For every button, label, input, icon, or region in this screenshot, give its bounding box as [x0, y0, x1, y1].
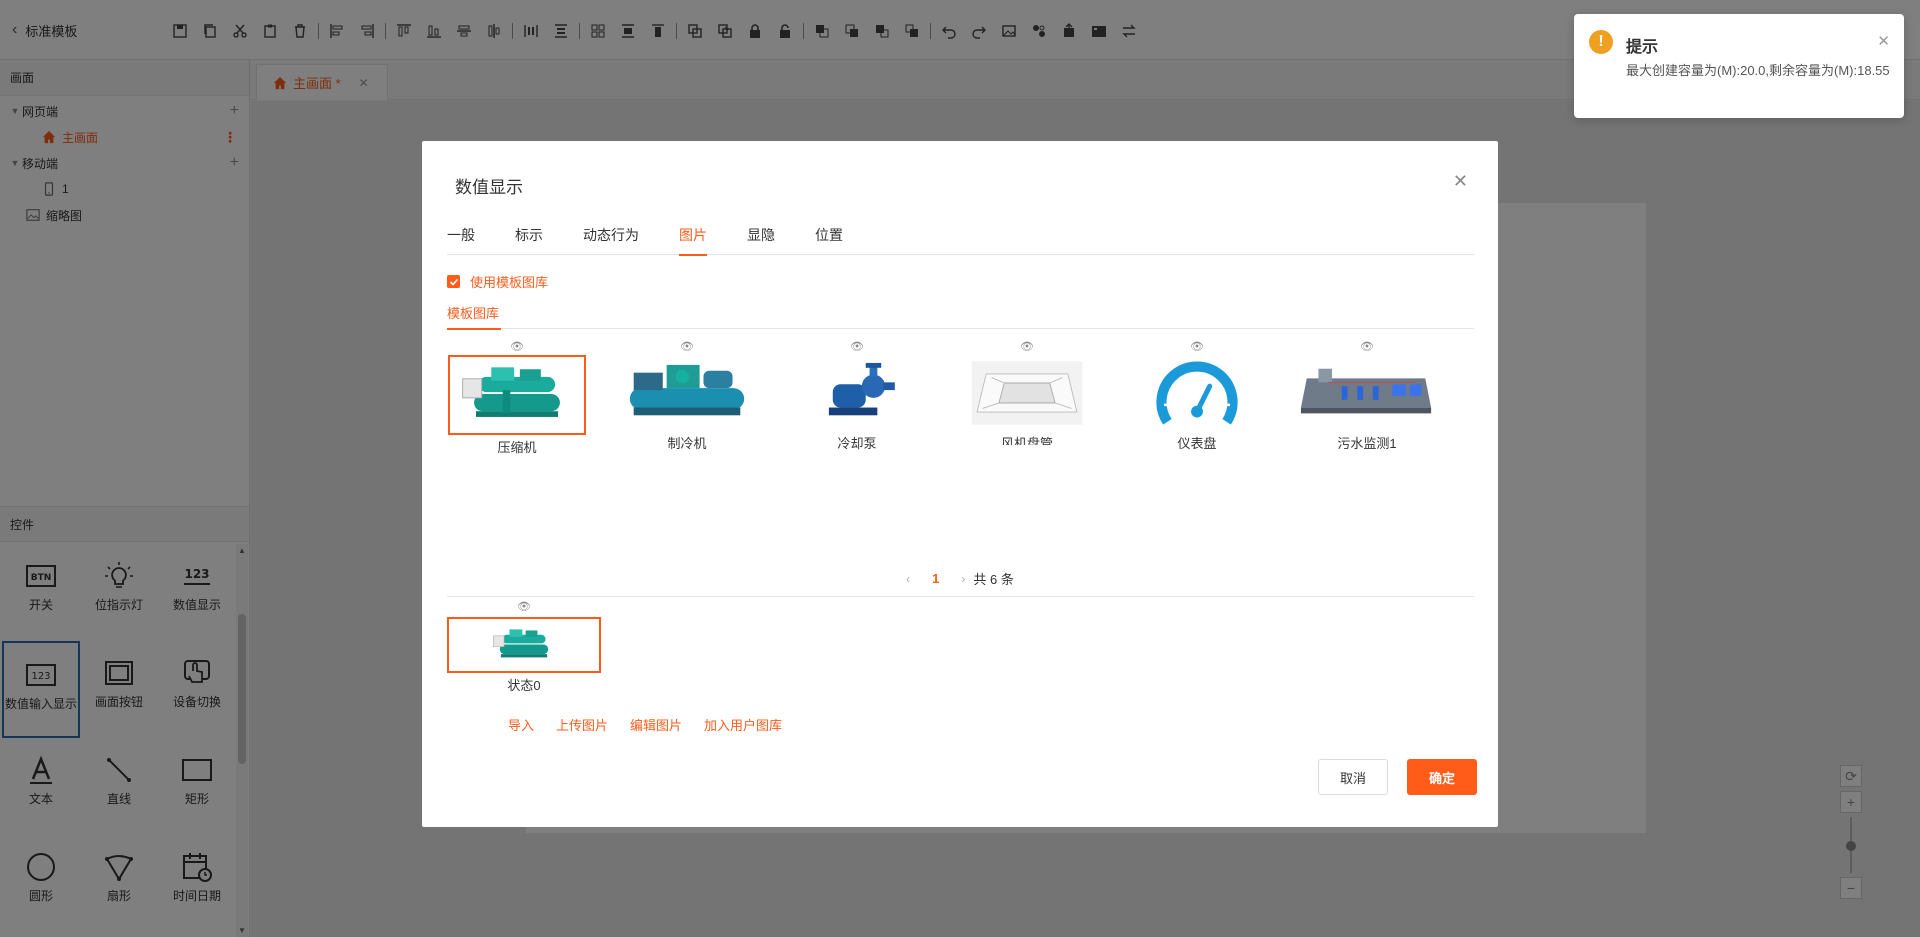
- notification-toast: ! 提示 ✕ 最大创建容量为(M):20.0,剩余容量为(M):18.55: [1574, 14, 1904, 118]
- add-to-user-library-link[interactable]: 加入用户图库: [704, 715, 782, 734]
- gallery-item[interactable]: 👁 压缩机: [447, 341, 587, 456]
- compressor-image: [493, 629, 549, 658]
- library-tabs: 模板图库: [447, 303, 1474, 330]
- gallery-thumb[interactable]: [1129, 355, 1265, 431]
- tab-label[interactable]: 标示: [515, 225, 543, 255]
- gallery-item[interactable]: 👁 冷却泵: [787, 341, 927, 452]
- close-icon[interactable]: ✕: [1877, 32, 1890, 50]
- total-count: 共 6 条: [973, 572, 1014, 587]
- eye-icon[interactable]: 👁: [617, 341, 757, 353]
- gallery-caption: 压缩机: [497, 440, 537, 455]
- chevron-right-icon[interactable]: ›: [961, 572, 965, 586]
- compressor-image: [462, 367, 560, 417]
- tab-visibility[interactable]: 显隐: [747, 225, 775, 255]
- chevron-left-icon[interactable]: ‹: [906, 572, 910, 586]
- ok-button[interactable]: 确定: [1407, 759, 1477, 795]
- state-thumb[interactable]: [447, 617, 601, 673]
- checkbox-checked-icon[interactable]: [447, 275, 460, 288]
- eye-icon[interactable]: 👁: [787, 341, 927, 353]
- eye-icon[interactable]: 👁: [447, 341, 587, 353]
- eye-icon[interactable]: 👁: [1127, 341, 1267, 353]
- template-gallery: 👁 压缩机 👁 制冷机 👁 冷却泵 👁 风机盘管 👁 仪表盘 👁 污水监测1: [447, 341, 1474, 455]
- sewage-monitor-image: [1300, 368, 1432, 414]
- gallery-thumb[interactable]: [959, 355, 1095, 431]
- toast-message: 最大创建容量为(M):20.0,剩余容量为(M):18.55: [1626, 63, 1890, 78]
- gallery-item[interactable]: 👁 风机盘管: [957, 341, 1097, 445]
- tab-position[interactable]: 位置: [815, 225, 843, 255]
- dialog-tabs: 一般 标示 动态行为 图片 显隐 位置: [447, 225, 1474, 256]
- state-caption: 状态0: [507, 678, 541, 693]
- gallery-item[interactable]: 👁 仪表盘: [1127, 341, 1267, 452]
- tab-dynamic[interactable]: 动态行为: [583, 225, 639, 255]
- dialog-title: 数值显示: [455, 178, 523, 197]
- fan-coil-image: [971, 361, 1083, 425]
- use-template-checkbox[interactable]: 使用模板图库: [447, 272, 548, 291]
- close-icon[interactable]: ✕: [1453, 171, 1468, 192]
- gallery-caption: 污水监测1: [1337, 436, 1397, 451]
- eye-icon[interactable]: 👁: [957, 341, 1097, 353]
- gallery-caption: 制冷机: [667, 436, 707, 451]
- pump-image: [828, 362, 895, 416]
- warning-icon: !: [1589, 30, 1613, 54]
- import-link[interactable]: 导入: [508, 715, 534, 734]
- image-actions: 导入 上传图片 编辑图片 加入用户图库: [508, 715, 782, 734]
- tab-general[interactable]: 一般: [447, 225, 475, 255]
- cancel-button[interactable]: 取消: [1318, 759, 1388, 795]
- gallery-caption: 冷却泵: [837, 436, 877, 451]
- page-number[interactable]: 1: [932, 571, 939, 586]
- upload-image-link[interactable]: 上传图片: [556, 715, 608, 734]
- number-display-dialog: 数值显示 ✕ 一般 标示 动态行为 图片 显隐 位置 使用模板图库 模板图库 👁: [422, 141, 1498, 827]
- checkbox-label: 使用模板图库: [470, 275, 549, 290]
- state-item[interactable]: 👁 状态0: [447, 601, 601, 694]
- toast-title: 提示: [1626, 39, 1659, 56]
- pagination: ‹ 1 › 共 6 条: [422, 569, 1498, 588]
- gallery-caption: 仪表盘: [1177, 436, 1217, 451]
- eye-icon[interactable]: 👁: [1297, 341, 1437, 353]
- gallery-item[interactable]: 👁 制冷机: [617, 341, 757, 452]
- gallery-thumb[interactable]: [619, 355, 755, 431]
- gallery-thumb[interactable]: [448, 355, 586, 435]
- chiller-image: [629, 364, 745, 416]
- gauge-icon: [1156, 361, 1238, 425]
- gallery-caption: 风机盘管: [1000, 436, 1053, 445]
- divider: [447, 596, 1474, 597]
- tab-template-library[interactable]: 模板图库: [447, 303, 502, 330]
- gallery-thumb[interactable]: [789, 355, 925, 431]
- edit-image-link[interactable]: 编辑图片: [630, 715, 682, 734]
- tab-image[interactable]: 图片: [679, 225, 707, 256]
- gallery-thumb[interactable]: [1299, 355, 1435, 431]
- gallery-item[interactable]: 👁 污水监测1: [1297, 341, 1437, 452]
- eye-icon[interactable]: 👁: [447, 601, 601, 613]
